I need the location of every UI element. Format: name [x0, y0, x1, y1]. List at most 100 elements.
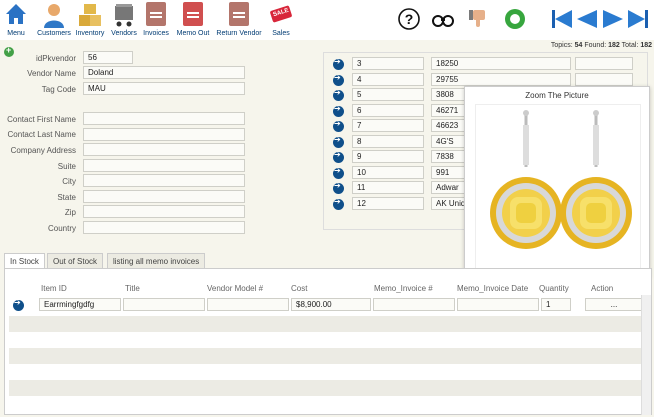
quantity-cell[interactable]: 1 — [541, 298, 571, 311]
topics-count: 54 — [574, 42, 583, 49]
menu-button[interactable]: Menu — [3, 2, 29, 37]
cost-cell[interactable]: $8,900.00 — [291, 298, 371, 311]
id-field[interactable]: 56 — [83, 51, 133, 64]
zip-field[interactable] — [83, 205, 245, 218]
go-arrow-icon[interactable] — [333, 135, 344, 148]
col-quantity[interactable]: Quantity — [539, 284, 569, 293]
tag-code-label: Tag Code — [41, 85, 76, 94]
found-label: Found: — [584, 42, 607, 49]
address-field[interactable] — [83, 143, 245, 156]
go-arrow-icon[interactable] — [333, 119, 344, 132]
go-arrow-icon[interactable] — [13, 298, 24, 311]
col-memo-date[interactable]: Memo_Invoice Date — [457, 284, 528, 293]
grid-scrollbar[interactable] — [641, 295, 651, 415]
tab-in-stock[interactable]: In Stock — [4, 253, 45, 268]
found-count: 182 — [608, 42, 620, 49]
svg-text:?: ? — [405, 11, 414, 27]
green-circle-icon[interactable] — [504, 8, 526, 30]
panel-row-number[interactable]: 3 — [352, 57, 424, 70]
go-arrow-icon[interactable] — [333, 197, 344, 210]
panel-row-number[interactable]: 6 — [352, 104, 424, 117]
last-name-field[interactable] — [83, 128, 245, 141]
suite-field[interactable] — [83, 159, 245, 172]
return-document-icon — [229, 2, 249, 26]
sales-label: Sales — [272, 30, 290, 37]
col-action[interactable]: Action — [591, 284, 613, 293]
panel-row-number[interactable]: 11 — [352, 181, 424, 194]
tab-out-of-stock[interactable]: Out of Stock — [47, 253, 104, 268]
vendor-name-field[interactable]: Doland — [83, 66, 245, 79]
panel-row-number[interactable]: 12 — [352, 197, 424, 210]
table-row — [9, 364, 645, 380]
table-row — [9, 348, 645, 364]
vendor-model-cell[interactable] — [207, 298, 289, 311]
customers-button[interactable]: Customers — [36, 2, 72, 37]
panel-row-extra[interactable] — [575, 73, 633, 86]
go-arrow-icon[interactable] — [333, 73, 344, 86]
suite-label: Suite — [57, 162, 76, 171]
thumbs-down-icon[interactable] — [467, 8, 489, 30]
next-record-icon[interactable] — [602, 8, 624, 30]
vendors-button[interactable]: Vendors — [110, 2, 138, 37]
vendors-label: Vendors — [111, 30, 137, 37]
cart-icon — [112, 2, 136, 28]
go-arrow-icon[interactable] — [333, 166, 344, 179]
address-label: Company Address — [10, 146, 76, 155]
memo-document-icon — [183, 2, 203, 26]
inventory-label: Inventory — [75, 30, 105, 37]
city-field[interactable] — [83, 174, 245, 187]
go-arrow-icon[interactable] — [333, 88, 344, 101]
panel-row-value[interactable]: 18250 — [431, 57, 571, 70]
previous-record-icon[interactable] — [576, 8, 598, 30]
go-arrow-icon[interactable] — [333, 57, 344, 70]
memo-date-cell[interactable] — [457, 298, 539, 311]
panel-row-number[interactable]: 7 — [352, 119, 424, 132]
country-field[interactable] — [83, 221, 245, 234]
vendor-name-label: Vendor Name — [27, 69, 76, 78]
first-name-field[interactable] — [83, 112, 245, 125]
go-arrow-icon[interactable] — [333, 181, 344, 194]
id-label: idPkvendor — [35, 54, 76, 63]
sale-tag-icon: SALE — [269, 2, 293, 28]
item-id-cell[interactable]: Earrmingfgdfg — [39, 298, 121, 311]
memo-out-button[interactable]: Memo Out — [176, 2, 210, 37]
earrings-image — [475, 104, 641, 272]
go-arrow-icon[interactable] — [333, 150, 344, 163]
panel-row-number[interactable]: 5 — [352, 88, 424, 101]
memo-invoice-cell[interactable] — [373, 298, 455, 311]
last-record-icon[interactable] — [627, 8, 649, 30]
table-row[interactable]: Earrmingfgdfg $8,900.00 1 ... — [9, 297, 645, 313]
panel-row-extra[interactable] — [575, 57, 633, 70]
help-icon[interactable]: ? — [398, 8, 420, 30]
col-item-id[interactable]: Item ID — [41, 284, 67, 293]
go-arrow-icon[interactable] — [333, 104, 344, 117]
zoom-picture-popup: Zoom The Picture — [464, 86, 650, 277]
panel-row-number[interactable]: 9 — [352, 150, 424, 163]
col-title[interactable]: Title — [125, 284, 140, 293]
zip-label: Zip — [64, 208, 76, 217]
first-record-icon[interactable] — [551, 8, 573, 30]
sales-button[interactable]: SALE Sales — [266, 2, 296, 37]
panel-row-number[interactable]: 4 — [352, 73, 424, 86]
col-vendor-model[interactable]: Vendor Model # — [207, 284, 263, 293]
inventory-button[interactable]: Inventory — [75, 2, 105, 37]
toolbar: Menu Customers Inventory Vendors Invoice… — [0, 0, 654, 40]
invoices-label: Invoices — [143, 30, 169, 37]
col-cost[interactable]: Cost — [291, 284, 307, 293]
record-counter: Topics: 54 Found: 182 Total: 182 — [551, 42, 652, 49]
zoom-title: Zoom The Picture — [525, 91, 589, 100]
panel-row-number[interactable]: 10 — [352, 166, 424, 179]
action-button[interactable]: ... — [585, 298, 643, 311]
table-row — [9, 332, 645, 348]
panel-row-value[interactable]: 29755 — [431, 73, 571, 86]
panel-row-number[interactable]: 8 — [352, 135, 424, 148]
return-vendor-button[interactable]: Return Vendor — [216, 2, 262, 37]
tab-memo-invoices[interactable]: listing all memo invoices — [107, 253, 206, 268]
state-field[interactable] — [83, 190, 245, 203]
title-cell[interactable] — [123, 298, 205, 311]
binoculars-icon[interactable] — [432, 8, 454, 30]
tag-code-field[interactable]: MAU — [83, 82, 245, 95]
country-label: Country — [47, 224, 76, 233]
invoices-button[interactable]: Invoices — [142, 2, 170, 37]
col-memo-invoice[interactable]: Memo_Invoice # — [374, 284, 433, 293]
